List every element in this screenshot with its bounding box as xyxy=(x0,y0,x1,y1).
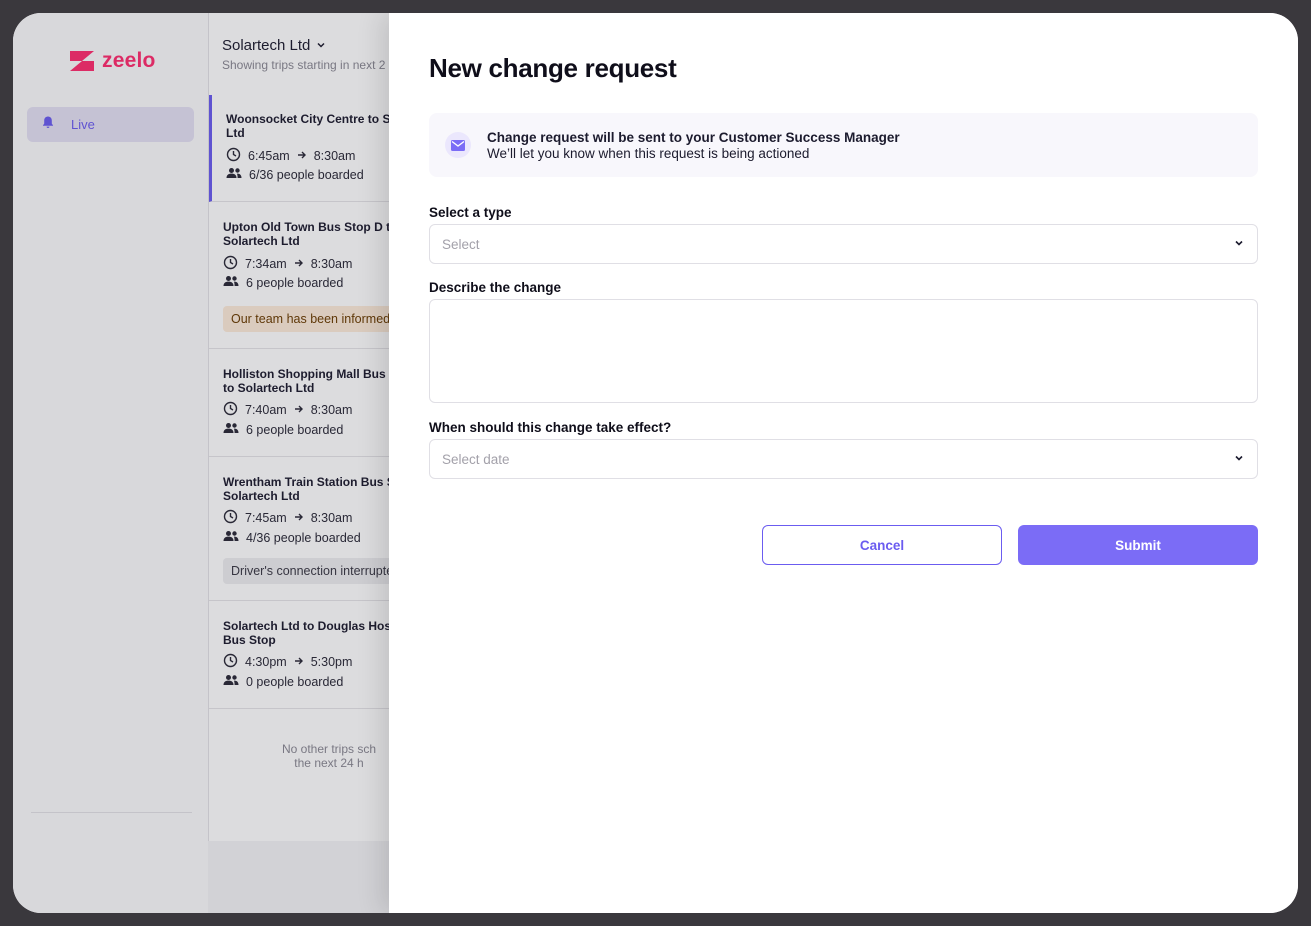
info-banner: Change request will be sent to your Cust… xyxy=(429,113,1258,177)
mail-icon xyxy=(445,132,471,158)
modal-backdrop[interactable] xyxy=(13,13,389,913)
page-title: New change request xyxy=(429,53,677,83)
describe-textarea[interactable] xyxy=(429,299,1258,403)
effect-date-value: Select date xyxy=(442,451,510,467)
effect-date-select[interactable]: Select date xyxy=(429,439,1258,479)
type-select-value: Select xyxy=(442,236,480,252)
submit-button[interactable]: Submit xyxy=(1018,525,1258,565)
device-screen: zeelo Live Solartech Ltd Showing trips s… xyxy=(13,13,1298,913)
describe-label: Describe the change xyxy=(429,280,562,295)
chevron-down-icon xyxy=(1233,237,1245,252)
type-label: Select a type xyxy=(429,205,512,220)
info-title: Change request will be sent to your Cust… xyxy=(487,130,900,145)
effect-date-label: When should this change take effect? xyxy=(429,420,672,435)
chevron-down-icon xyxy=(1233,452,1245,467)
change-request-panel: New change request Change request will b… xyxy=(389,13,1298,913)
type-select[interactable]: Select xyxy=(429,224,1258,264)
info-subtitle: We’ll let you know when this request is … xyxy=(487,146,810,161)
cancel-button[interactable]: Cancel xyxy=(762,525,1002,565)
